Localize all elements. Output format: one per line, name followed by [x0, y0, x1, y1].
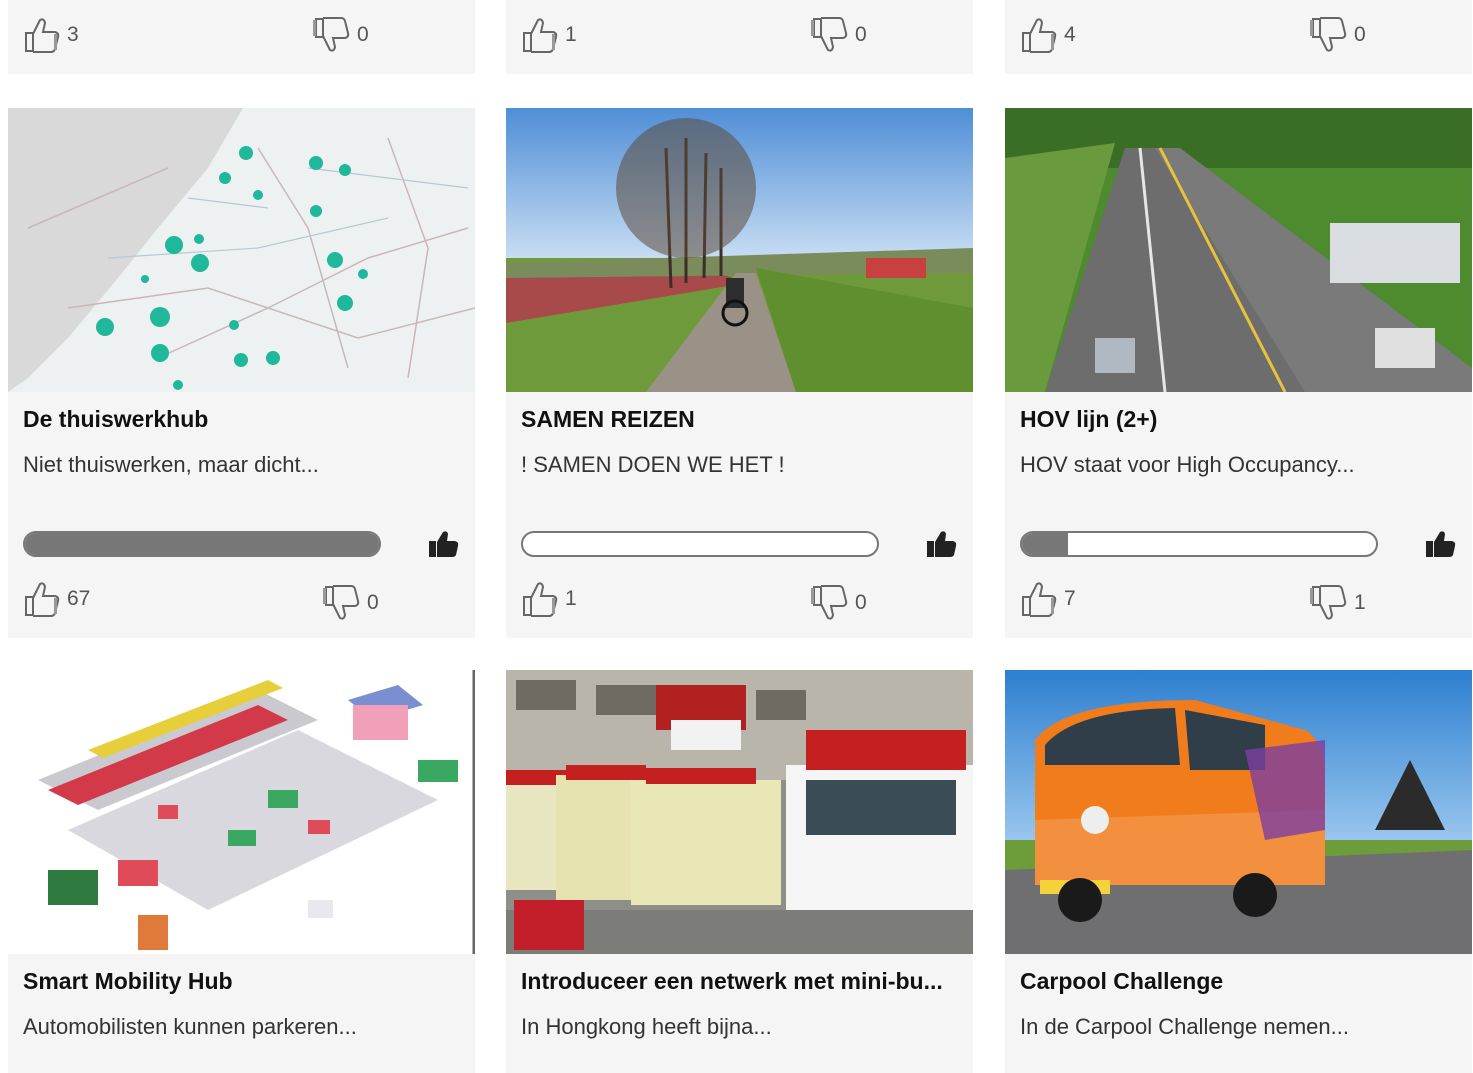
- thumbs-down-icon: [1310, 16, 1350, 54]
- idea-card[interactable]: De thuiswerkhub Niet thuiswerken, maar d…: [8, 108, 475, 638]
- thumbs-up-icon: [521, 16, 561, 54]
- downvote-button[interactable]: 1: [1310, 584, 1366, 622]
- upvote-button[interactable]: 1: [521, 16, 577, 54]
- downvote-count: 0: [855, 591, 867, 614]
- upvote-button[interactable]: 7: [1020, 580, 1076, 618]
- card-title[interactable]: Smart Mobility Hub: [23, 968, 233, 995]
- downvote-button[interactable]: 0: [811, 584, 867, 622]
- progress-fill: [1022, 533, 1069, 555]
- downvote-button[interactable]: 0: [313, 16, 369, 54]
- upvote-count: 1: [565, 23, 577, 46]
- downvote-button[interactable]: 0: [1310, 16, 1366, 54]
- thumbs-up-icon: [23, 16, 63, 54]
- support-progress-bar: [521, 531, 879, 557]
- card-title[interactable]: SAMEN REIZEN: [521, 406, 695, 433]
- card-description: In de Carpool Challenge nemen...: [1020, 1014, 1349, 1039]
- card-top-3[interactable]: 4 0: [1005, 0, 1472, 74]
- downvote-button[interactable]: 0: [811, 16, 867, 54]
- idea-card[interactable]: Introduceer een netwerk met mini-bu... I…: [506, 670, 973, 1073]
- thumbs-down-icon: [811, 584, 851, 622]
- card-top-2[interactable]: 1 0: [506, 0, 973, 74]
- upvote-count: 7: [1064, 587, 1076, 610]
- support-progress-bar: [1020, 531, 1378, 557]
- vote-hand-icon[interactable]: [426, 528, 460, 560]
- upvote-count: 4: [1064, 23, 1076, 46]
- idea-card[interactable]: Carpool Challenge In de Carpool Challeng…: [1005, 670, 1472, 1073]
- card-top-1[interactable]: 3 0: [8, 0, 475, 74]
- thumbs-up-icon: [1020, 16, 1060, 54]
- vote-hand-icon[interactable]: [924, 528, 958, 560]
- progress-fill: [25, 533, 379, 555]
- card-description: Niet thuiswerken, maar dicht...: [23, 452, 319, 477]
- downvote-button[interactable]: 0: [323, 584, 379, 622]
- upvote-count: 3: [67, 23, 79, 46]
- upvote-count: 67: [67, 587, 91, 610]
- thumbs-up-icon: [521, 580, 561, 618]
- card-title[interactable]: HOV lijn (2+): [1020, 406, 1157, 433]
- thumbs-up-icon: [23, 580, 63, 618]
- upvote-count: 1: [565, 587, 577, 610]
- upvote-button[interactable]: 4: [1020, 16, 1076, 54]
- card-description: ! SAMEN DOEN WE HET !: [521, 452, 785, 477]
- downvote-count: 1: [1354, 591, 1366, 614]
- card-description: In Hongkong heeft bijna...: [521, 1014, 772, 1039]
- card-description: Automobilisten kunnen parkeren...: [23, 1014, 357, 1039]
- downvote-count: 0: [1354, 23, 1366, 46]
- vote-hand-icon[interactable]: [1423, 528, 1457, 560]
- card-image-highway: [1005, 108, 1472, 392]
- card-description: HOV staat voor High Occupancy...: [1020, 452, 1355, 477]
- support-progress-bar: [23, 531, 381, 557]
- upvote-button[interactable]: 67: [23, 580, 90, 618]
- thumbs-up-icon: [1020, 580, 1060, 618]
- downvote-count: 0: [357, 23, 369, 46]
- upvote-button[interactable]: 3: [23, 16, 79, 54]
- card-title[interactable]: Introduceer een netwerk met mini-bu...: [521, 968, 961, 995]
- idea-card[interactable]: SAMEN REIZEN ! SAMEN DOEN WE HET ! 1 0: [506, 108, 973, 638]
- downvote-count: 0: [855, 23, 867, 46]
- thumbs-down-icon: [313, 16, 353, 54]
- card-image-mobility-hub: [8, 670, 475, 954]
- card-image-carpool-van: [1005, 670, 1472, 954]
- downvote-count: 0: [367, 591, 379, 614]
- card-title[interactable]: De thuiswerkhub: [23, 406, 208, 433]
- card-image-cyclist: [506, 108, 973, 392]
- card-title[interactable]: Carpool Challenge: [1020, 968, 1223, 995]
- card-image-map: [8, 108, 475, 392]
- thumbs-down-icon: [1310, 584, 1350, 622]
- card-image-minibuses: [506, 670, 973, 954]
- upvote-button[interactable]: 1: [521, 580, 577, 618]
- thumbs-down-icon: [323, 584, 363, 622]
- idea-card[interactable]: HOV lijn (2+) HOV staat voor High Occupa…: [1005, 108, 1472, 638]
- idea-card[interactable]: Smart Mobility Hub Automobilisten kunnen…: [8, 670, 475, 1073]
- thumbs-down-icon: [811, 16, 851, 54]
